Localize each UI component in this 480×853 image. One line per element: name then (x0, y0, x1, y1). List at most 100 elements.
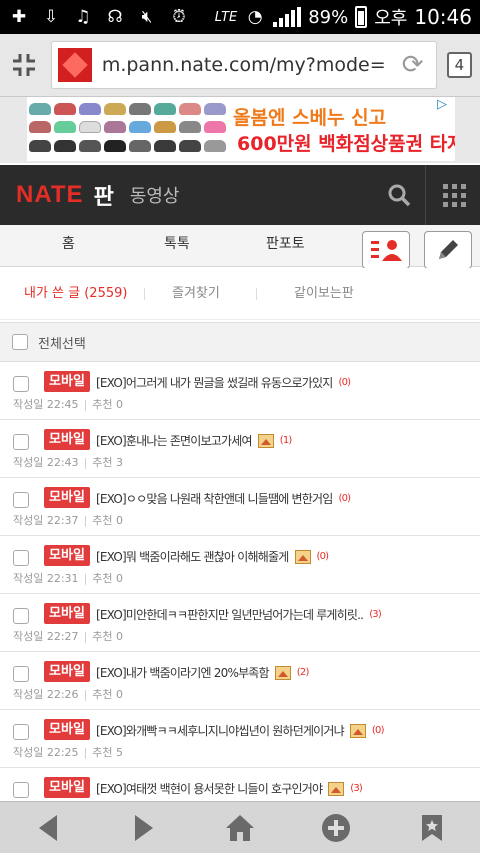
reload-icon[interactable]: ⟳ (396, 50, 430, 80)
browser-toolbar: m.pann.nate.com/my?mode= ⟳ 4 (0, 34, 480, 97)
post-title[interactable]: [EXO]ㅇㅇ맞음 나원래 착한앤데 니들땜에 변한거임 (96, 490, 333, 507)
post-meta: 작성일 22:45 | 추천 0 (13, 398, 124, 411)
post-title-link[interactable]: [EXO]여태껏 백현이 용서못한 니들이 호구인거야 (3) (96, 780, 363, 797)
address-bar[interactable]: m.pann.nate.com/my?mode= ⟳ (50, 41, 437, 89)
nate-logo[interactable]: NATE (16, 181, 84, 209)
battery-icon (355, 6, 368, 28)
search-icon[interactable] (372, 165, 426, 225)
site-favicon-icon (57, 48, 92, 82)
list-item[interactable]: 모바일 [EXO]어그러게 내가 뭔글을 썼길래 유동으로가있지 (0) 작성일 … (0, 362, 480, 420)
list-item[interactable]: 모바일 [EXO]내가 백줌이라기엔 20%부족함 (2) 작성일 22:26 | 추… (0, 652, 480, 710)
pann-logo[interactable]: 판 (94, 179, 114, 211)
mobile-badge: 모바일 (44, 603, 90, 624)
post-checkbox[interactable] (13, 550, 29, 566)
post-date: 작성일 22:27 (13, 630, 79, 643)
post-title-link[interactable]: [EXO]미안한데ㅋㅋ판한지만 일년만넘어가는데 루게히릿.. (3) (96, 606, 382, 623)
select-all-checkbox[interactable] (12, 334, 28, 350)
post-checkbox[interactable] (13, 666, 29, 682)
post-recommend: 추천 3 (92, 456, 124, 469)
tab-switcher-button[interactable]: 4 (446, 52, 472, 78)
list-item[interactable]: 모바일 [EXO]와개빡ㅋㅋ세후니지니야씹년이 원하던게이거냐 (0) 작성일 2… (0, 710, 480, 768)
back-arrow-icon (39, 814, 57, 841)
clock-time: 10:46 (414, 5, 472, 29)
video-link[interactable]: 동영상 (130, 182, 180, 208)
home-button[interactable] (220, 808, 260, 848)
back-button[interactable] (28, 808, 68, 848)
post-title[interactable]: [EXO]뭐 백줌이라해도 괜찮아 이해해줄게 (96, 548, 289, 565)
exit-fullscreen-icon[interactable] (8, 45, 41, 85)
browser-bottom-bar (0, 801, 480, 853)
mobile-badge: 모바일 (44, 545, 90, 566)
post-title[interactable]: [EXO]내가 백줌이라기엔 20%부족함 (96, 664, 270, 681)
comment-count: (0) (316, 551, 330, 562)
new-tab-button[interactable] (316, 808, 356, 848)
post-checkbox[interactable] (13, 492, 29, 508)
mobile-badge: 모바일 (44, 429, 90, 450)
comment-count: (3) (350, 783, 363, 794)
post-recommend: 추천 0 (92, 514, 124, 527)
select-all-label[interactable]: 전체선택 (38, 333, 86, 352)
bookmark-star-icon (422, 814, 442, 841)
post-meta: 작성일 22:27 | 추천 0 (13, 630, 124, 643)
comment-count: (0) (371, 725, 385, 736)
comment-count: (0) (338, 377, 351, 388)
post-checkbox[interactable] (13, 724, 29, 740)
post-title-link[interactable]: [EXO]ㅇㅇ맞음 나원래 착한앤데 니들땜에 변한거임 (0) (96, 490, 351, 507)
nav-talk[interactable]: 톡톡 (164, 225, 190, 267)
ad-banner[interactable]: 올봄엔 스베누 신고 600만원 백화점상품권 타자! ▷ (27, 97, 455, 161)
url-text[interactable]: m.pann.nate.com/my?mode= (102, 54, 386, 76)
post-title[interactable]: [EXO]미안한데ㅋㅋ판한지만 일년만넘어가는데 루게히릿.. (96, 606, 364, 623)
post-title[interactable]: [EXO]어그러게 내가 뭔글을 썼길래 유동으로가있지 (96, 374, 333, 391)
list-item[interactable]: 모바일 [EXO]미안한데ㅋㅋ판한지만 일년만넘어가는데 루게히릿.. (3) 작… (0, 594, 480, 652)
network-type: LTE (214, 9, 238, 25)
my-page-icon (371, 240, 402, 261)
post-recommend: 추천 0 (92, 630, 124, 643)
mobile-badge: 모바일 (44, 661, 90, 682)
post-title[interactable]: [EXO]와개빡ㅋㅋ세후니지니야씹년이 원하던게이거냐 (96, 722, 345, 739)
my-page-button[interactable] (362, 231, 410, 269)
ad-choices-icon[interactable]: ▷ (431, 97, 453, 115)
pencil-icon (439, 240, 458, 259)
post-checkbox[interactable] (13, 376, 29, 392)
post-title[interactable]: [EXO]훈내나는 존면이보고가세여 (96, 432, 253, 449)
nav-photo[interactable]: 판포토 (266, 225, 305, 267)
home-icon (226, 814, 254, 841)
post-checkbox[interactable] (13, 608, 29, 624)
tab-my-posts[interactable]: 내가 쓴 글 (2559) (24, 282, 127, 301)
site-header: NATE 판 동영상 (0, 165, 480, 225)
post-title-link[interactable]: [EXO]뭐 백줌이라해도 괜찮아 이해해줄게 (0) (96, 548, 330, 565)
tab-divider (256, 288, 257, 300)
post-title-link[interactable]: [EXO]훈내나는 존면이보고가세여 (1) (96, 432, 292, 449)
post-meta: 작성일 22:25 | 추천 5 (13, 746, 124, 759)
post-title-link[interactable]: [EXO]어그러게 내가 뭔글을 썼길래 유동으로가있지 (0) (96, 374, 351, 391)
list-item[interactable]: 모바일 [EXO]뭐 백줌이라해도 괜찮아 이해해줄게 (0) 작성일 22:31… (0, 536, 480, 594)
main-nav: 홈 톡톡 판포토 (0, 225, 480, 269)
tab-favorites[interactable]: 즐겨찾기 (172, 282, 220, 301)
time-ampm: 오후 (374, 8, 408, 29)
post-checkbox[interactable] (13, 782, 29, 798)
add-notification-icon: ✚ (11, 7, 27, 27)
mobile-badge: 모바일 (44, 777, 90, 798)
list-item[interactable]: 모바일 [EXO]훈내나는 존면이보고가세여 (1) 작성일 22:43 | 추천 3 (0, 420, 480, 478)
mobile-badge: 모바일 (44, 719, 90, 740)
ad-shoes-image (27, 101, 232, 157)
post-title-link[interactable]: [EXO]와개빡ㅋㅋ세후니지니야씹년이 원하던게이거냐 (0) (96, 722, 384, 739)
image-attachment-icon (257, 433, 274, 448)
comment-count: (1) (279, 435, 293, 446)
nav-home[interactable]: 홈 (62, 225, 75, 267)
post-title-link[interactable]: [EXO]내가 백줌이라기엔 20%부족함 (2) (96, 664, 309, 681)
image-attachment-icon (349, 723, 366, 738)
forward-arrow-icon (135, 814, 153, 841)
forward-button[interactable] (124, 808, 164, 848)
image-attachment-icon (274, 665, 291, 680)
post-title[interactable]: [EXO]여태껏 백현이 용서못한 니들이 호구인거야 (96, 780, 323, 797)
write-button[interactable] (424, 231, 472, 269)
post-meta: 작성일 22:31 | 추천 0 (13, 572, 124, 585)
post-checkbox[interactable] (13, 434, 29, 450)
comment-count: (3) (369, 609, 382, 620)
menu-grid-icon[interactable] (428, 165, 480, 225)
tab-shared[interactable]: 같이보는판 (294, 282, 354, 301)
list-item[interactable]: 모바일 [EXO]ㅇㅇ맞음 나원래 착한앤데 니들땜에 변한거임 (0) 작성일 … (0, 478, 480, 536)
bookmark-button[interactable] (412, 808, 452, 848)
post-recommend: 추천 0 (92, 572, 124, 585)
